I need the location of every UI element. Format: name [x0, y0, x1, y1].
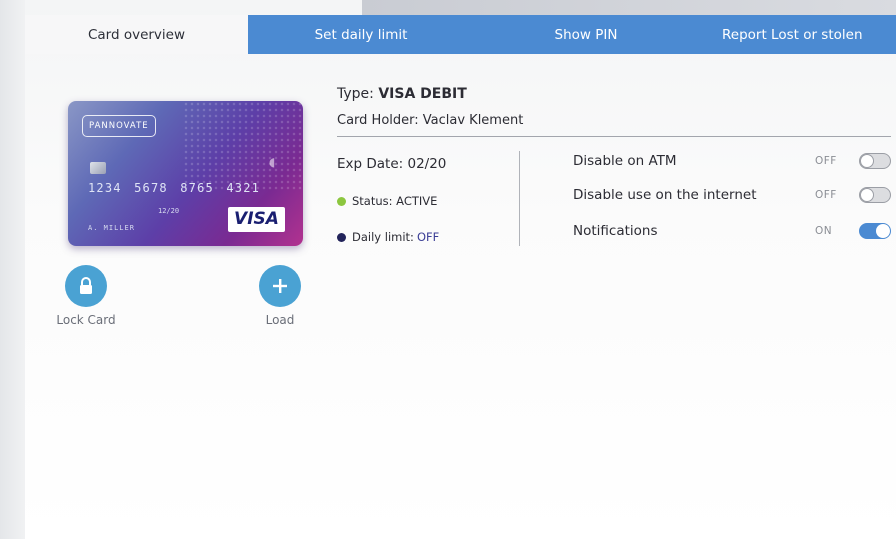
card-status: Status: ACTIVE: [337, 194, 437, 208]
content-panel: [25, 0, 896, 539]
daily-limit-label: Daily limit:: [352, 230, 414, 244]
setting-notifications: Notifications ON: [573, 221, 891, 241]
vertical-divider: [519, 151, 520, 246]
status-dot-icon: [337, 196, 346, 206]
status-text: Status: ACTIVE: [352, 194, 438, 208]
card-number: 1234 5678 8765 4321: [88, 181, 261, 195]
plus-icon[interactable]: [259, 265, 301, 307]
expiry-date: Exp Date: 02/20: [337, 156, 447, 172]
top-strip: [362, 0, 896, 15]
divider: [337, 136, 891, 137]
daily-limit: Daily limit: OFF: [337, 230, 439, 244]
card-type-label: Type:: [337, 86, 374, 102]
disable-internet-toggle[interactable]: [859, 187, 891, 203]
visa-logo: VISA: [228, 207, 285, 232]
lock-icon[interactable]: [65, 265, 107, 307]
tab-report-lost-or-stolen[interactable]: Report Lost or stolen: [698, 15, 896, 54]
payment-card-image: PANNOVATE ◖ 1234 5678 8765 4321 12/20 A.…: [68, 101, 303, 246]
setting-disable-internet: Disable use on the internet OFF: [573, 185, 891, 205]
setting-state: OFF: [815, 189, 837, 201]
disable-atm-toggle[interactable]: [859, 153, 891, 169]
daily-limit-value: OFF: [416, 230, 440, 244]
toggle-knob: [860, 154, 874, 168]
card-chip: [90, 162, 106, 174]
setting-state: ON: [815, 225, 833, 237]
load-button[interactable]: Load: [250, 265, 310, 327]
tab-bar: Card overview Set daily limit Show PIN R…: [25, 15, 896, 54]
tab-card-overview[interactable]: Card overview: [25, 15, 248, 54]
load-label: Load: [265, 313, 295, 327]
card-expiry: 12/20: [158, 207, 180, 215]
card-holder: Card Holder: Vaclav Klement: [337, 113, 524, 128]
setting-disable-on-atm: Disable on ATM OFF: [573, 151, 891, 171]
setting-state: OFF: [815, 155, 837, 167]
lock-card-button[interactable]: Lock Card: [48, 265, 124, 327]
notifications-toggle[interactable]: [859, 223, 891, 239]
setting-label: Disable on ATM: [573, 153, 677, 169]
toggle-knob: [876, 224, 890, 238]
setting-label: Disable use on the internet: [573, 187, 757, 203]
limit-dot-icon: [337, 232, 346, 242]
card-brand-logo: PANNOVATE: [82, 115, 156, 137]
lock-card-label: Lock Card: [56, 313, 116, 327]
toggle-knob: [860, 188, 874, 202]
card-type: Type: VISA DEBIT: [337, 86, 467, 102]
tab-set-daily-limit[interactable]: Set daily limit: [248, 15, 474, 54]
tab-show-pin[interactable]: Show PIN: [474, 15, 698, 54]
card-holder-name: A. MILLER: [88, 224, 135, 232]
contactless-icon: ◖: [269, 155, 276, 169]
card-type-value: VISA DEBIT: [378, 86, 467, 102]
setting-label: Notifications: [573, 223, 658, 239]
